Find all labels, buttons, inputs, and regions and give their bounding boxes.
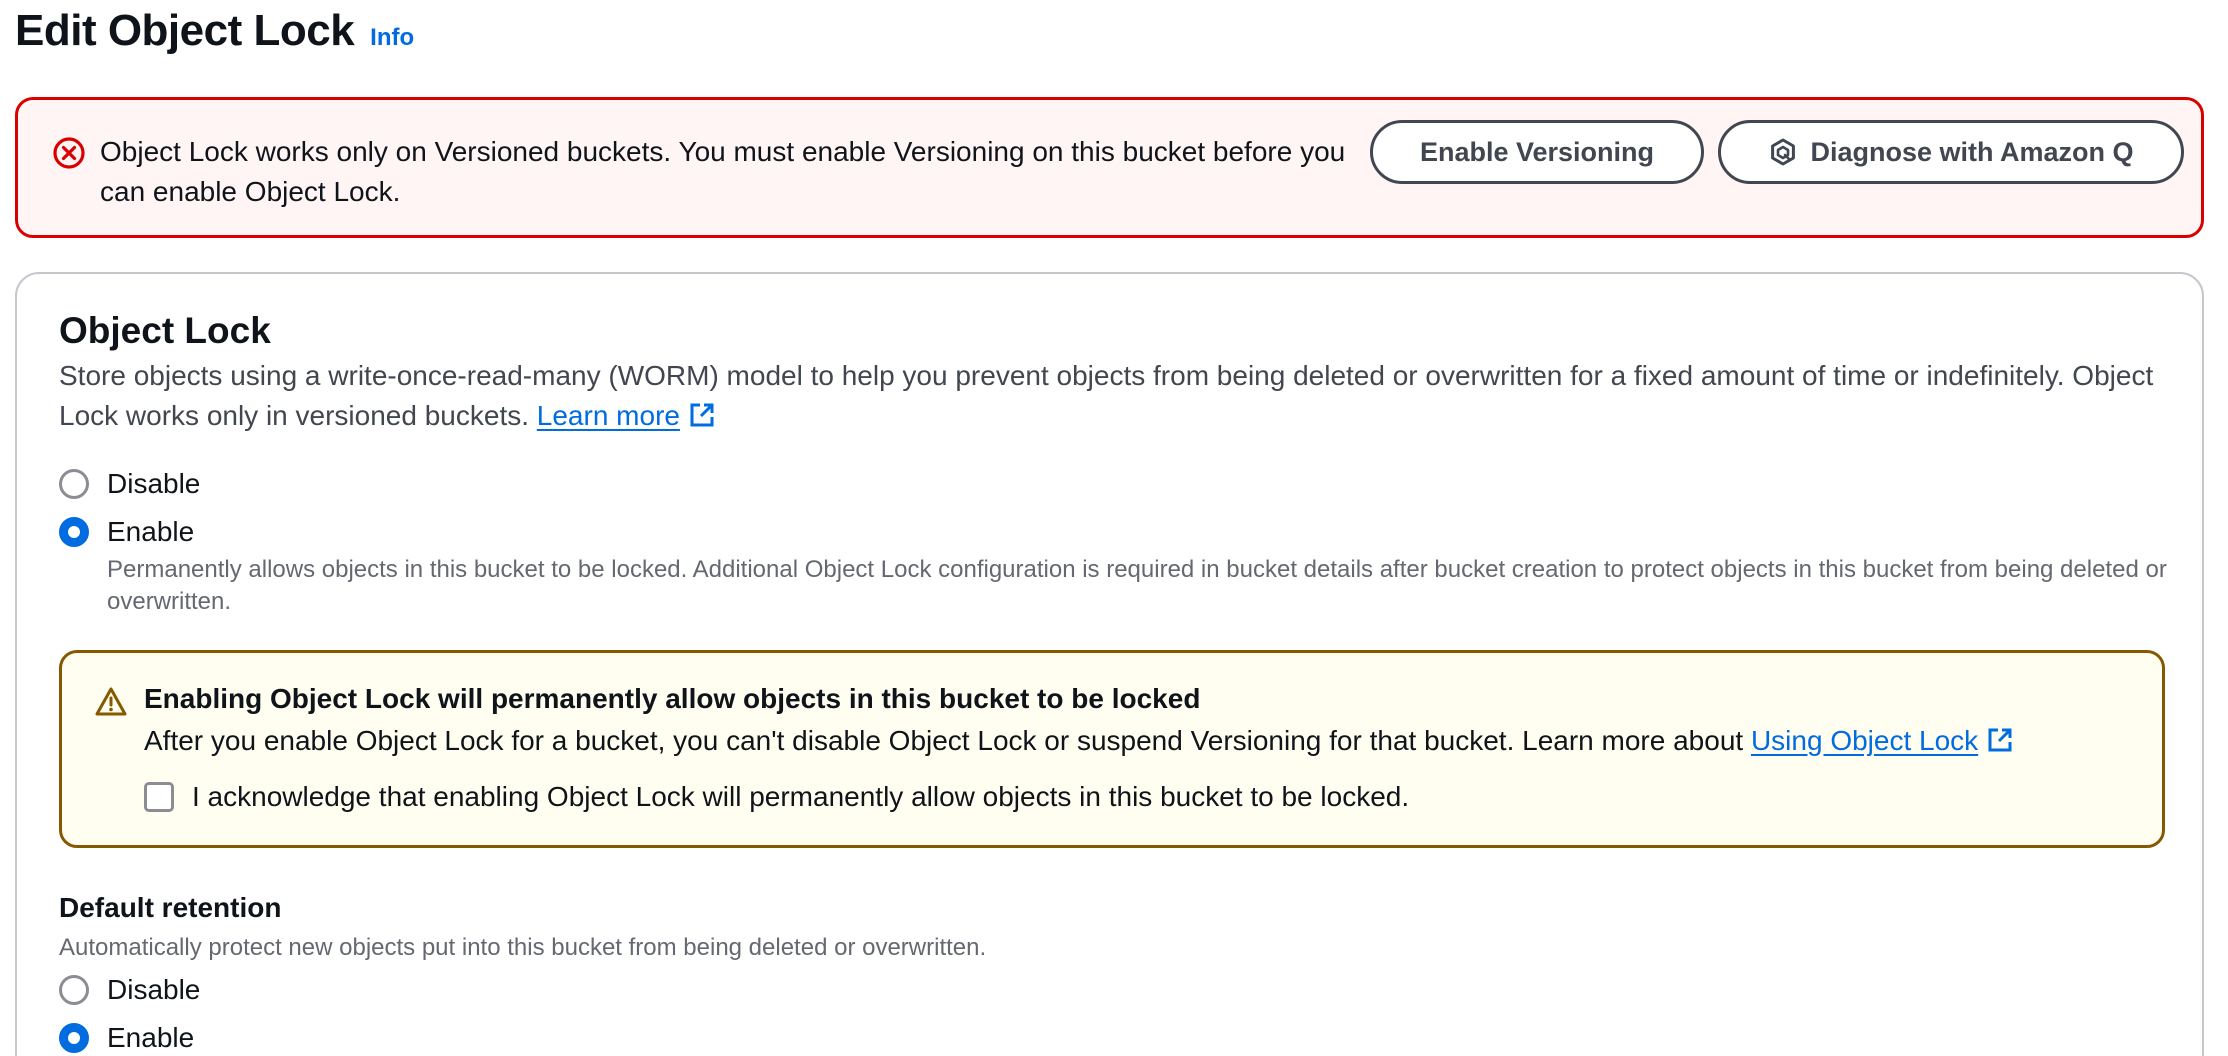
warning-title: Enabling Object Lock will permanently al… [144,683,1201,714]
error-alert: Object Lock works only on Versioned buck… [15,97,2204,238]
page-header: Edit Object Lock Info [15,6,414,56]
error-circle-x-icon [53,137,85,169]
radio-button-checked[interactable] [59,517,89,547]
edit-object-lock-page: Edit Object Lock Info Object Lock works … [0,0,2228,1056]
acknowledge-label: I acknowledge that enabling Object Lock … [192,781,1410,812]
default-retention-enable-radio[interactable]: Enable [59,1022,194,1054]
radio-button[interactable] [59,469,89,499]
default-retention-disable-radio[interactable]: Disable [59,974,200,1006]
error-message: Object Lock works only on Versioned buck… [100,136,1346,207]
object-lock-container: Object Lock Store objects using a write-… [15,272,2204,1056]
default-retention-title: Default retention [59,892,282,923]
warning-body-text: After you enable Object Lock for a bucke… [144,725,1744,756]
object-lock-enable-radio[interactable]: Enable [59,516,194,548]
object-lock-disable-radio[interactable]: Disable [59,468,200,500]
radio-label: Disable [107,974,201,1005]
warning-body: After you enable Object Lock for a bucke… [144,721,2014,761]
section-title: Object Lock [59,310,271,351]
radio-label: Enable [107,516,195,547]
page-title: Edit Object Lock [15,6,355,55]
default-retention-description: Automatically protect new objects put in… [59,934,987,961]
enable-versioning-button[interactable]: Enable Versioning [1370,120,1704,184]
enable-versioning-label: Enable Versioning [1419,136,1655,167]
radio-button-checked[interactable] [59,1023,89,1053]
using-object-lock-link[interactable]: Using Object Lock [1751,725,1978,756]
section-description: Store objects using a write-once-read-ma… [59,356,2179,436]
warning-alert: Enabling Object Lock will permanently al… [59,650,2165,848]
radio-label: Disable [107,468,201,499]
external-link-icon [690,403,714,427]
external-link-icon [1988,728,2012,752]
diagnose-with-amazon-q-button[interactable]: Diagnose with Amazon Q [1718,120,2184,184]
radio-button[interactable] [59,975,89,1005]
acknowledge-checkbox[interactable] [144,782,174,812]
enable-description: Permanently allows objects in this bucke… [107,556,2167,615]
diagnose-label: Diagnose with Amazon Q [1810,136,2134,167]
info-link[interactable]: Info [370,24,414,52]
section-description-text: Store objects using a write-once-read-ma… [59,360,2154,431]
amazon-q-icon [1771,138,1796,166]
warning-triangle-icon [95,687,127,716]
acknowledge-checkbox-row[interactable]: I acknowledge that enabling Object Lock … [144,781,1409,813]
learn-more-link[interactable]: Learn more [537,400,680,431]
radio-label: Enable [107,1022,195,1053]
